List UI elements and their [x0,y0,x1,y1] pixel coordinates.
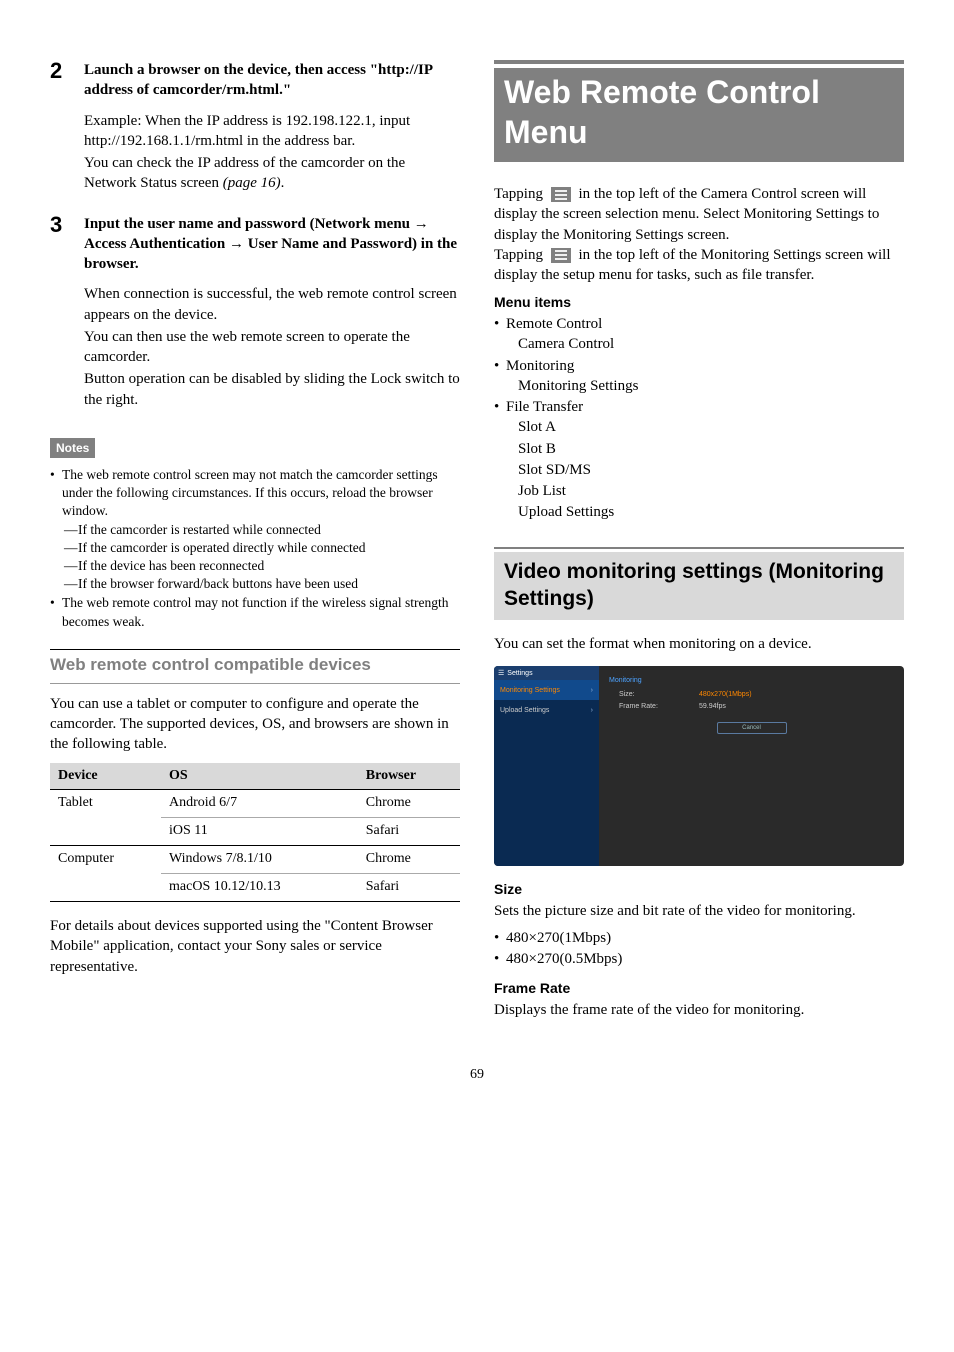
cell-browser: Safari [358,874,460,902]
section-heading: Video monitoring settings (Monitoring Se… [494,552,904,621]
ss-sidebar: Monitoring Settings› Upload Settings› [494,666,599,866]
table-row: macOS 10.12/10.13 Safari [50,874,460,902]
cell-browser: Chrome [358,846,460,874]
ss-side-item-upload: Upload Settings› [494,700,599,720]
menu-subitem: Slot B [518,439,904,459]
note-item: The web remote control screen may not ma… [50,466,460,594]
table-row: Tablet Android 6/7 Chrome [50,790,460,818]
big-heading-block: Web Remote Control Menu [494,60,904,162]
size-option: 480×270(0.5Mbps) [494,949,904,969]
compat-intro: You can use a tablet or computer to conf… [50,694,460,755]
step3-title: Input the user name and password (Networ… [84,214,460,275]
menu-subitem: Job List [518,481,904,501]
note-subitem: If the camcorder is operated directly wh… [64,539,460,557]
menu-subitem: Camera Control [518,334,904,354]
cell-browser: Chrome [358,790,460,818]
notes-label: Notes [50,438,95,458]
hamburger-menu-icon [551,248,571,263]
right-column: Web Remote Control Menu Tapping in the t… [494,60,904,1026]
intro-paragraph: Tapping in the top left of the Camera Co… [494,184,904,285]
th-browser: Browser [358,763,460,790]
menu-group: Monitoring Monitoring Settings [494,356,904,397]
ss-section-label: Monitoring [609,676,894,685]
th-os: OS [161,763,358,790]
ss-cancel-button: Cancel [717,722,787,734]
page-title: Web Remote Control Menu [494,68,904,162]
notes-list: The web remote control screen may not ma… [50,466,460,631]
step3-line2: You can then use the web remote screen t… [84,327,460,368]
hamburger-menu-icon: ☰ [498,669,504,678]
ss-main: Monitoring Size: 480x270(1Mbps) Frame Ra… [599,666,904,866]
page-reference: (page 16) [223,175,281,191]
ss-side-item-monitoring: Monitoring Settings› [494,680,599,700]
left-column: 2 Launch a browser on the device, then a… [50,60,460,1026]
compat-table: Device OS Browser Tablet Android 6/7 Chr… [50,763,460,902]
step3-line3: Button operation can be disabled by slid… [84,369,460,410]
frame-rate-heading: Frame Rate [494,979,904,998]
menu-group: Remote Control Camera Control [494,314,904,355]
step3-line1: When connection is successful, the web r… [84,284,460,325]
section-intro: You can set the format when monitoring o… [494,634,904,654]
arrow-icon: → [229,235,244,252]
table-header-row: Device OS Browser [50,763,460,790]
note-subitem: If the browser forward/back buttons have… [64,575,460,593]
step-number: 2 [50,60,70,196]
size-option: 480×270(1Mbps) [494,928,904,948]
cell-os: Windows 7/8.1/10 [161,846,358,874]
note-subitem: If the device has been reconnected [64,557,460,575]
compat-heading-block: Web remote control compatible devices [50,649,460,684]
menu-subitem: Slot A [518,417,904,437]
size-heading: Size [494,880,904,899]
page-number: 69 [50,1066,904,1085]
section-heading-block: Video monitoring settings (Monitoring Se… [494,547,904,621]
ss-row-framerate: Frame Rate: 59.94fps [609,702,894,711]
cell-os: Android 6/7 [161,790,358,818]
cell-os: iOS 11 [161,818,358,846]
arrow-icon: → [414,215,429,232]
cell-browser: Safari [358,818,460,846]
note-subitem: If the camcorder is restarted while conn… [64,521,460,539]
settings-screenshot: ☰ Settings Monitoring Settings› Upload S… [494,666,904,866]
cell-device [50,818,161,846]
menu-items-list: Remote Control Camera Control Monitoring… [494,314,904,523]
table-row: iOS 11 Safari [50,818,460,846]
note-item: The web remote control may not function … [50,594,460,630]
step2-note: You can check the IP address of the camc… [84,153,460,194]
cell-device [50,874,161,902]
ss-header: ☰ Settings [494,666,599,680]
chevron-right-icon: › [591,686,593,695]
step-3: 3 Input the user name and password (Netw… [50,214,460,412]
size-text: Sets the picture size and bit rate of th… [494,901,904,921]
compat-heading: Web remote control compatible devices [50,654,460,677]
cell-device: Tablet [50,790,161,818]
ss-row-size: Size: 480x270(1Mbps) [609,690,894,699]
hamburger-menu-icon [551,187,571,202]
chevron-right-icon: › [591,706,593,715]
menu-subitem: Slot SD/MS [518,460,904,480]
table-row: Computer Windows 7/8.1/10 Chrome [50,846,460,874]
step-2: 2 Launch a browser on the device, then a… [50,60,460,196]
cell-device: Computer [50,846,161,874]
step2-title: Launch a browser on the device, then acc… [84,60,460,101]
menu-subitem: Upload Settings [518,502,904,522]
size-options: 480×270(1Mbps) 480×270(0.5Mbps) [494,928,904,970]
th-device: Device [50,763,161,790]
menu-items-heading: Menu items [494,293,904,312]
step-number: 3 [50,214,70,412]
cell-os: macOS 10.12/10.13 [161,874,358,902]
frame-rate-text: Displays the frame rate of the video for… [494,1000,904,1020]
menu-subitem: Monitoring Settings [518,376,904,396]
compat-outro: For details about devices supported usin… [50,916,460,977]
menu-group: File Transfer Slot A Slot B Slot SD/MS J… [494,397,904,523]
step2-example: Example: When the IP address is 192.198.… [84,111,460,152]
